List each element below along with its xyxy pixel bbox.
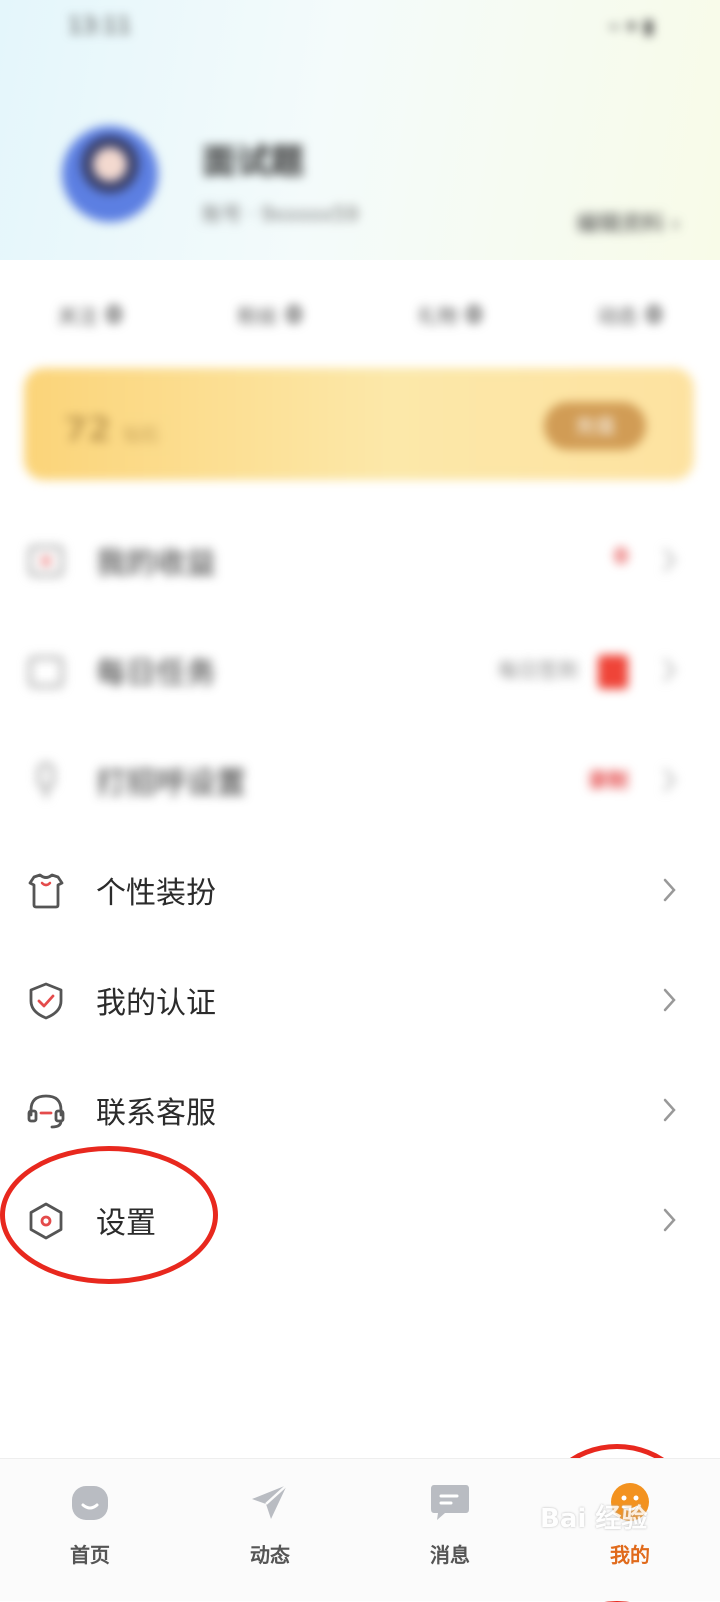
chevron-right-icon [663, 768, 676, 792]
avatar[interactable] [62, 126, 158, 222]
headset-icon [26, 1091, 66, 1131]
menu-right-text: 录制 [588, 768, 628, 792]
menu-label: 打招呼设置 [96, 766, 246, 801]
menu-label: 我的收益 [96, 546, 216, 581]
home-icon [72, 1486, 108, 1520]
user-id: 账号 · 9xxxxx59 [202, 202, 359, 226]
status-time: 13:11 [68, 14, 132, 39]
microphone-icon [26, 761, 66, 801]
daily-sign-text: 每日签到 [498, 658, 578, 682]
stat-value: 0 [465, 301, 483, 329]
status-bar: 13:11 ⌁ ▾ ▮ [0, 0, 720, 56]
menu-item-my-certification[interactable]: 我的认证 [0, 946, 720, 1056]
profile-header[interactable]: 面试题 账号 · 9xxxxx59 编辑资料 › [0, 120, 720, 250]
send-icon [252, 1484, 288, 1519]
menu-label: 个性装扮 [96, 876, 216, 911]
tab-label: 我的 [610, 1543, 650, 1567]
tab-feed[interactable]: 动态 [180, 1459, 360, 1601]
vip-balance: 72 钻石 [64, 410, 159, 450]
menu-label: 每日任务 [96, 656, 216, 691]
status-icons: ⌁ ▾ ▮ [608, 14, 654, 38]
chevron-right-icon [663, 1098, 676, 1122]
message-icon [431, 1485, 469, 1520]
edit-profile-link[interactable]: 编辑资料 › [576, 206, 680, 238]
calendar-icon [26, 651, 66, 691]
tab-label: 消息 [430, 1543, 470, 1567]
highlight-ring-settings [0, 1146, 218, 1284]
stat-value: 0 [105, 301, 123, 329]
recharge-button[interactable]: 充值 [544, 402, 646, 450]
menu-item-personal-dress[interactable]: 个性装扮 [0, 836, 720, 946]
watermark-logo: Bai 经验 [540, 1504, 648, 1534]
menu-label: 联系客服 [96, 1096, 216, 1131]
menu-item-daily-tasks[interactable]: 每日任务 每日签到 [0, 616, 720, 726]
chevron-right-icon [663, 878, 676, 902]
tab-label: 动态 [250, 1543, 290, 1567]
stat-fans[interactable]: 粉丝 0 [180, 300, 360, 350]
stat-value: 0 [645, 301, 663, 329]
stat-following[interactable]: 关注 0 [0, 300, 180, 350]
vip-value: 72 [64, 410, 112, 450]
menu-right-text: 每日签到 [498, 654, 628, 689]
red-envelope-icon [598, 654, 628, 689]
edit-profile-label: 编辑资料 [576, 212, 665, 237]
username: 面试题 [202, 142, 304, 182]
chevron-right-icon [663, 1208, 676, 1232]
stat-label: 关注 [57, 304, 98, 328]
tab-messages[interactable]: 消息 [360, 1459, 540, 1601]
shirt-icon [26, 871, 66, 911]
chevron-right-icon [663, 988, 676, 1012]
menu-item-earnings[interactable]: 我的收益 0 [0, 506, 720, 616]
wallet-icon [26, 541, 66, 581]
tab-home[interactable]: 首页 [0, 1459, 180, 1601]
menu-item-call-settings[interactable]: 打招呼设置 录制 [0, 726, 720, 836]
stat-label: 礼物 [417, 304, 458, 328]
tab-label: 首页 [70, 1543, 110, 1567]
stat-value: 0 [285, 301, 303, 329]
stat-posts[interactable]: 动态 0 [540, 300, 720, 350]
chevron-right-icon [663, 658, 676, 682]
menu-right-text: 0 [614, 544, 628, 568]
stat-label: 动态 [597, 304, 638, 328]
stats-row: 关注 0 粉丝 0 礼物 0 动态 0 [0, 300, 720, 350]
stat-label: 粉丝 [237, 304, 278, 328]
stat-gifts[interactable]: 礼物 0 [360, 300, 540, 350]
vip-unit: 钻石 [123, 425, 160, 446]
menu-label: 我的认证 [96, 986, 216, 1021]
vip-banner[interactable]: 72 钻石 充值 [24, 368, 694, 480]
shield-check-icon [26, 981, 66, 1021]
chevron-right-icon [663, 548, 676, 572]
